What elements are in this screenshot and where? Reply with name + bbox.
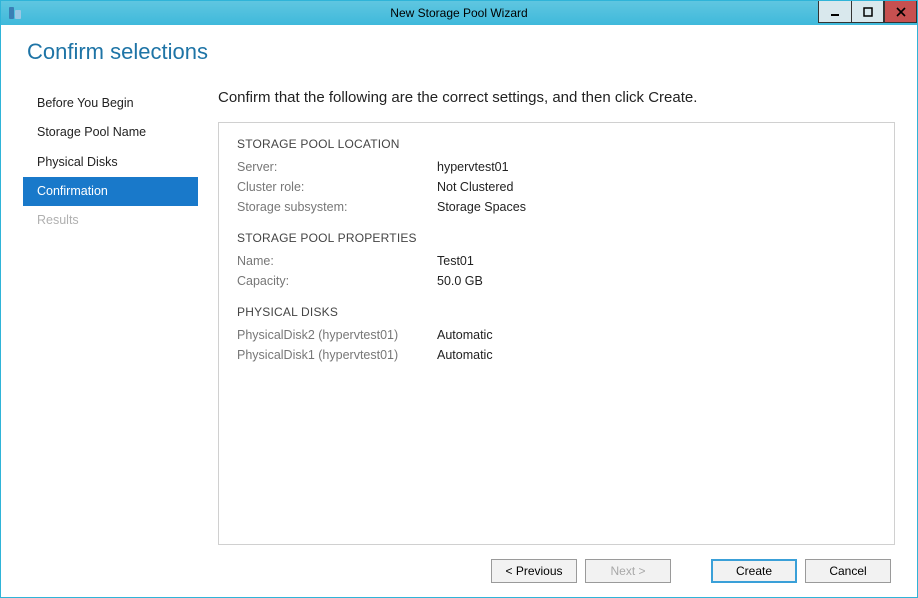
button-gap	[679, 559, 703, 583]
summary-box: STORAGE POOL LOCATION Server: hypervtest…	[218, 122, 895, 545]
kv-val: Automatic	[437, 345, 493, 365]
kv-key: Server:	[237, 157, 437, 177]
wizard-window: New Storage Pool Wizard Confirm selectio…	[0, 0, 918, 598]
kv-val: Not Clustered	[437, 177, 513, 197]
step-results: Results	[23, 206, 198, 235]
step-confirmation[interactable]: Confirmation	[23, 177, 198, 206]
kv-row: Cluster role: Not Clustered	[237, 177, 876, 197]
kv-row: Capacity: 50.0 GB	[237, 271, 876, 291]
kv-key: PhysicalDisk1 (hypervtest01)	[237, 345, 437, 365]
kv-row: Server: hypervtest01	[237, 157, 876, 177]
step-physical-disks[interactable]: Physical Disks	[23, 148, 198, 177]
create-button[interactable]: Create	[711, 559, 797, 583]
window-title: New Storage Pool Wizard	[390, 6, 527, 20]
instruction-text: Confirm that the following are the corre…	[218, 89, 895, 106]
kv-key: Cluster role:	[237, 177, 437, 197]
kv-val: Storage Spaces	[437, 197, 526, 217]
kv-key: Capacity:	[237, 271, 437, 291]
app-icon	[7, 5, 23, 21]
kv-val: 50.0 GB	[437, 271, 483, 291]
kv-row: PhysicalDisk1 (hypervtest01) Automatic	[237, 345, 876, 365]
titlebar: New Storage Pool Wizard	[1, 1, 917, 25]
kv-key: PhysicalDisk2 (hypervtest01)	[237, 325, 437, 345]
maximize-button[interactable]	[851, 1, 884, 23]
kv-row: Storage subsystem: Storage Spaces	[237, 197, 876, 217]
close-button[interactable]	[884, 1, 917, 23]
cancel-button[interactable]: Cancel	[805, 559, 891, 583]
next-button: Next >	[585, 559, 671, 583]
kv-row: Name: Test01	[237, 251, 876, 271]
wizard-main: Confirm that the following are the corre…	[198, 89, 895, 583]
kv-val: Test01	[437, 251, 474, 271]
kv-key: Name:	[237, 251, 437, 271]
section-header-location: STORAGE POOL LOCATION	[237, 137, 876, 151]
step-before-you-begin[interactable]: Before You Begin	[23, 89, 198, 118]
wizard-content: Confirm selections Before You Begin Stor…	[1, 25, 917, 597]
section-header-disks: PHYSICAL DISKS	[237, 305, 876, 319]
wizard-body: Before You Begin Storage Pool Name Physi…	[23, 89, 895, 583]
section-header-properties: STORAGE POOL PROPERTIES	[237, 231, 876, 245]
kv-key: Storage subsystem:	[237, 197, 437, 217]
wizard-footer: < Previous Next > Create Cancel	[218, 545, 895, 583]
page-heading: Confirm selections	[27, 39, 895, 65]
previous-button[interactable]: < Previous	[491, 559, 577, 583]
kv-val: hypervtest01	[437, 157, 509, 177]
step-storage-pool-name[interactable]: Storage Pool Name	[23, 118, 198, 147]
window-controls	[818, 1, 917, 25]
kv-val: Automatic	[437, 325, 493, 345]
wizard-steps: Before You Begin Storage Pool Name Physi…	[23, 89, 198, 583]
kv-row: PhysicalDisk2 (hypervtest01) Automatic	[237, 325, 876, 345]
minimize-button[interactable]	[818, 1, 851, 23]
